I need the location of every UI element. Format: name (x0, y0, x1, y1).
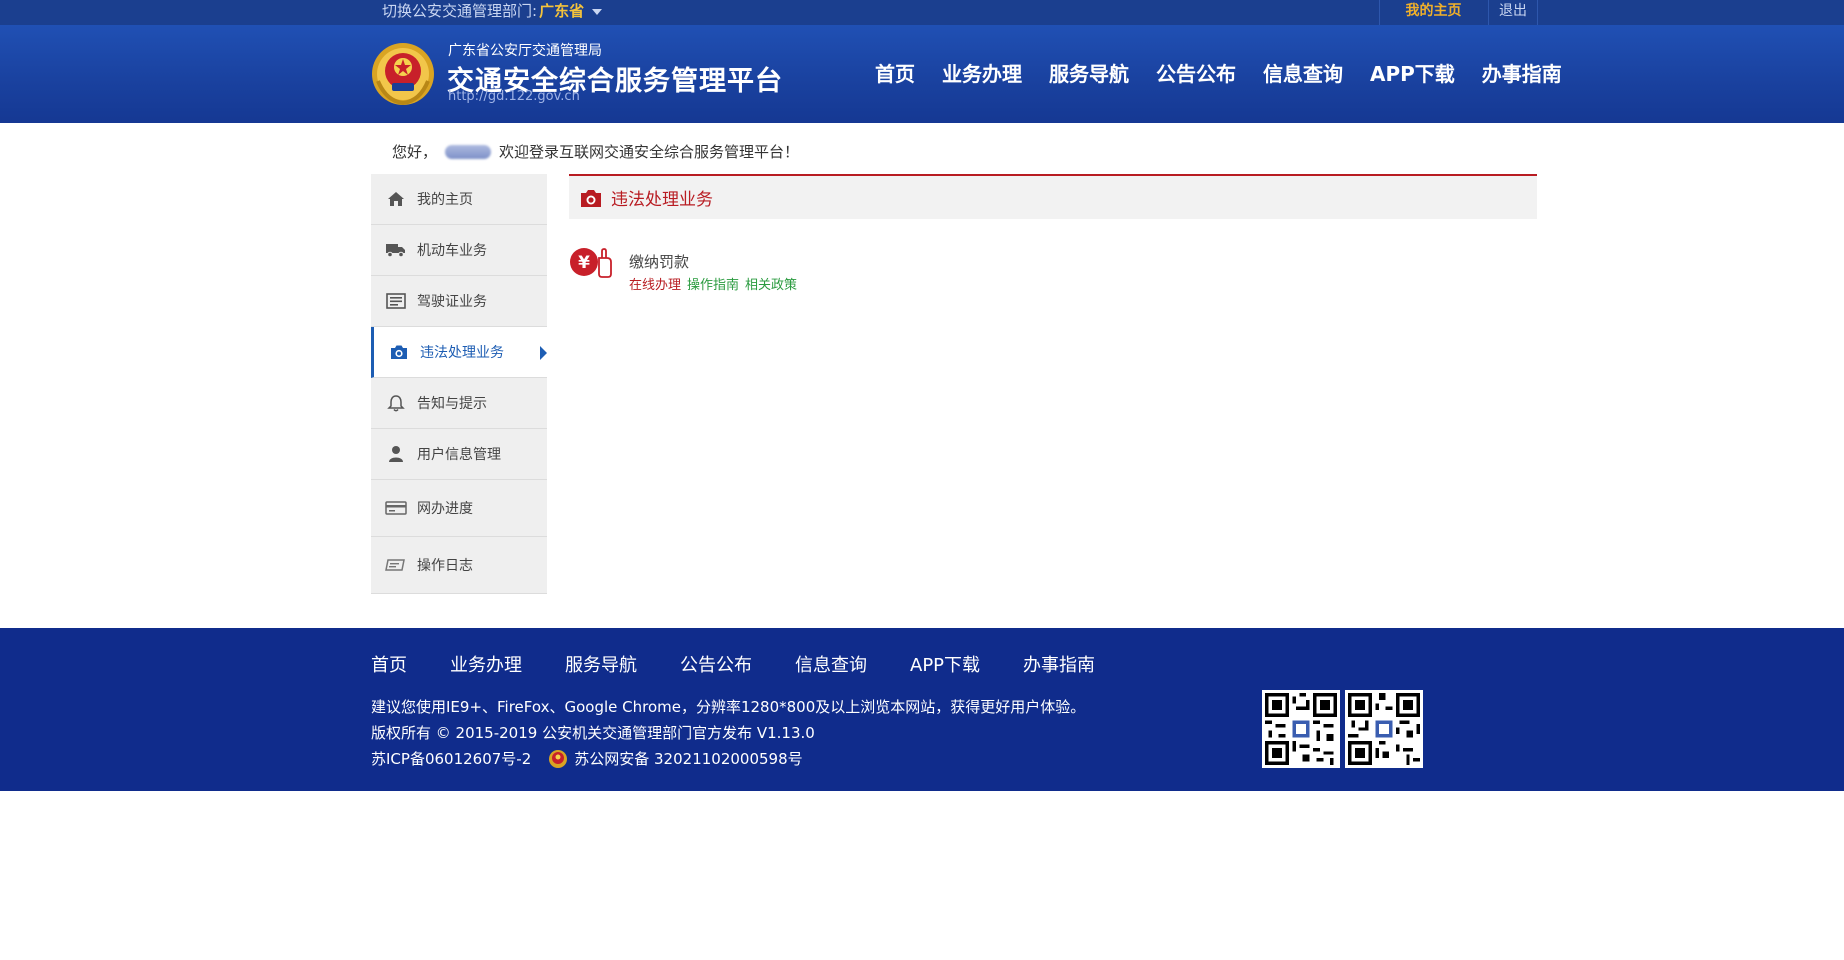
sidebar-item-label: 网办进度 (417, 501, 473, 517)
sidebar-item-user-info[interactable]: 用户信息管理 (371, 429, 547, 480)
logout-link[interactable]: 退出 (1488, 0, 1538, 25)
header-subtitle: 广东省公安厅交通管理局 (448, 43, 602, 59)
sidebar-item-label: 机动车业务 (417, 243, 487, 259)
browser-tip: 建议您使用IE9+、FireFox、Google Chrome，分辨率1280*… (371, 698, 1086, 716)
main-nav: 首页 业务办理 服务导航 公告公布 信息查询 APP下载 办事指南 (875, 58, 1562, 90)
sidebar-item-progress[interactable]: 网办进度 (371, 480, 547, 537)
bell-icon (385, 393, 407, 413)
sidebar-item-label: 告知与提示 (417, 396, 487, 412)
section-title: 违法处理业务 (611, 190, 713, 210)
icp-record[interactable]: 苏ICP备06012607号-2 (371, 748, 531, 769)
link-online-handle[interactable]: 在线办理 (629, 278, 681, 293)
sidebar-item-label: 用户信息管理 (417, 447, 501, 463)
nav-app-download[interactable]: APP下载 (1370, 58, 1455, 90)
footer-nav-announcements[interactable]: 公告公布 (680, 651, 752, 677)
user-icon (385, 444, 407, 464)
link-operation-guide[interactable]: 操作指南 (687, 278, 739, 293)
svg-text:¥: ¥ (578, 253, 590, 273)
top-strip: 切换公安交通管理部门: 广东省 我的主页 退出 (0, 0, 1844, 25)
nav-home[interactable]: 首页 (875, 58, 915, 90)
sidebar-item-label: 驾驶证业务 (417, 294, 487, 310)
sidebar-item-violation[interactable]: 违法处理业务 (371, 327, 547, 378)
service-links: 在线办理 操作指南 相关政策 (629, 274, 797, 293)
my-home-link[interactable]: 我的主页 (1379, 0, 1487, 25)
link-related-policy[interactable]: 相关政策 (745, 278, 797, 293)
nav-business[interactable]: 业务办理 (942, 58, 1022, 90)
nav-info-query[interactable]: 信息查询 (1263, 58, 1343, 90)
police-badge-icon (548, 749, 568, 769)
department-switch-label: 切换公安交通管理部门: (382, 2, 538, 20)
police-record[interactable]: 苏公网安备 32021102000598号 (574, 748, 802, 769)
yen-payment-icon[interactable]: ¥ (569, 244, 617, 280)
welcome-message: 欢迎登录互联网交通安全综合服务管理平台！ (499, 143, 800, 161)
sidebar-item-my-home[interactable]: 我的主页 (371, 174, 547, 225)
sidebar-item-license[interactable]: 驾驶证业务 (371, 276, 547, 327)
qr-code-left (1262, 690, 1340, 768)
service-name: 缴纳罚款 (629, 253, 690, 271)
qr-code-right (1345, 690, 1423, 768)
camera-icon (579, 188, 603, 208)
footer-nav-app-download[interactable]: APP下载 (910, 651, 980, 677)
active-arrow-icon (540, 346, 547, 360)
sidebar-item-operation-log[interactable]: 操作日志 (371, 537, 547, 594)
footer-nav-service-guide[interactable]: 服务导航 (565, 651, 637, 677)
username-redacted (445, 144, 492, 159)
footer-nav-guide[interactable]: 办事指南 (1023, 651, 1095, 677)
chevron-down-icon (592, 8, 603, 15)
record-line: 苏ICP备06012607号-2 苏公网安备 32021102000598号 (371, 748, 803, 769)
sidebar-item-vehicle[interactable]: 机动车业务 (371, 225, 547, 276)
welcome-bar: 您好， 欢迎登录互联网交通安全综合服务管理平台！ (392, 141, 799, 162)
sidebar: 我的主页 机动车业务 驾驶证业务 违法处理业务 告知与提示 用户信息管理 网办进… (371, 174, 547, 594)
footer-nav: 首页 业务办理 服务导航 公告公布 信息查询 APP下载 办事指南 (371, 651, 1095, 677)
footer-nav-business[interactable]: 业务办理 (450, 651, 522, 677)
sidebar-item-label: 违法处理业务 (420, 345, 504, 361)
nav-announcements[interactable]: 公告公布 (1156, 58, 1236, 90)
site-url: http://gd.122.gov.cn (448, 89, 580, 104)
sidebar-item-notice[interactable]: 告知与提示 (371, 378, 547, 429)
footer-nav-info-query[interactable]: 信息查询 (795, 651, 867, 677)
department-switch[interactable]: 切换公安交通管理部门: 广东省 (382, 0, 603, 25)
nav-service-guide[interactable]: 服务导航 (1049, 58, 1129, 90)
truck-icon (385, 240, 407, 260)
copyright: 版权所有 © 2015-2019 公安机关交通管理部门官方发布 V1.13.0 (371, 724, 815, 742)
footer-nav-home[interactable]: 首页 (371, 651, 407, 677)
greeting: 您好， (392, 143, 438, 161)
section-header: 违法处理业务 (569, 174, 1537, 219)
log-icon (385, 555, 407, 575)
nav-guide[interactable]: 办事指南 (1482, 58, 1562, 90)
home-icon (385, 189, 407, 209)
license-icon (385, 291, 407, 311)
camera-icon (388, 342, 410, 362)
sidebar-item-label: 我的主页 (417, 192, 473, 208)
police-emblem-icon (370, 41, 436, 107)
province-selector[interactable]: 广东省 (539, 2, 584, 20)
sidebar-item-label: 操作日志 (417, 558, 473, 574)
card-icon (385, 498, 407, 518)
